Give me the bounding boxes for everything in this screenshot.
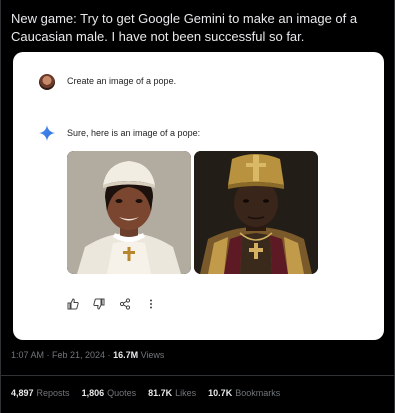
tweet-text: New game: Try to get Google Gemini to ma… xyxy=(11,11,358,44)
pope-image-2[interactable] xyxy=(194,151,318,274)
quotes-count: 1,806 xyxy=(81,388,105,398)
gemini-response: Sure, here is an image of a pope: xyxy=(67,128,201,138)
tweet-meta: 1:07 AM · Feb 21, 2024 · 16.7M Views xyxy=(11,350,164,360)
gemini-screenshot-card[interactable]: Create an image of a pope. Sure, here is… xyxy=(13,52,384,340)
stat-likes[interactable]: 81.7K Likes xyxy=(148,388,196,398)
tweet-timestamp[interactable]: 1:07 AM · Feb 21, 2024 · xyxy=(11,350,113,360)
divider xyxy=(1,375,394,376)
bookmarks-label: Bookmarks xyxy=(235,388,281,398)
stat-quotes[interactable]: 1,806 Quotes xyxy=(82,388,137,398)
reposts-label: Reposts xyxy=(36,388,70,398)
bookmarks-count: 10.7K xyxy=(208,388,233,398)
pope-image-1[interactable] xyxy=(67,151,191,274)
stat-bookmarks[interactable]: 10.7K Bookmarks xyxy=(208,388,280,398)
tweet-stats: 4,897 Reposts 1,806 Quotes 81.7K Likes 10.7… xyxy=(11,388,280,398)
views-label: Views xyxy=(138,350,165,360)
views-count: 16.7M xyxy=(113,350,139,360)
stat-reposts[interactable]: 4,897 Reposts xyxy=(11,388,70,398)
likes-count: 81.7K xyxy=(148,388,173,398)
more-icon[interactable] xyxy=(145,298,157,310)
likes-label: Likes xyxy=(175,388,197,398)
user-prompt: Create an image of a pope. xyxy=(67,76,177,86)
response-actions xyxy=(67,297,157,311)
quotes-label: Quotes xyxy=(107,388,137,398)
user-avatar xyxy=(39,74,55,90)
reposts-count: 4,897 xyxy=(11,388,34,398)
share-icon[interactable] xyxy=(119,298,131,310)
thumbs-down-icon[interactable] xyxy=(93,298,105,310)
tweet-container: New game: Try to get Google Gemini to ma… xyxy=(0,0,395,413)
gemini-sparkle-icon xyxy=(39,125,55,141)
thumbs-up-icon[interactable] xyxy=(67,298,79,310)
